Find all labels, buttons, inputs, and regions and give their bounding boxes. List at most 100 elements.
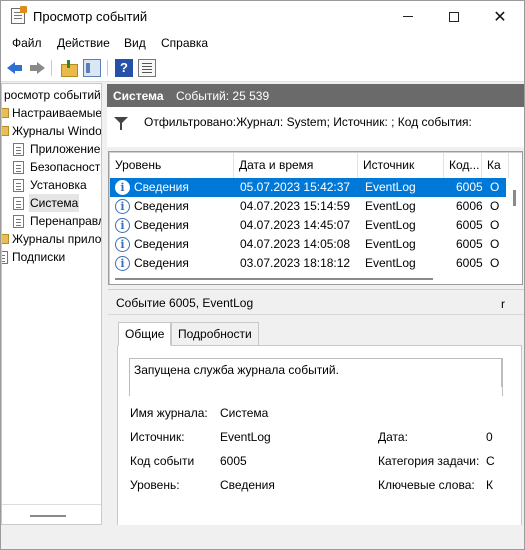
log-icon (13, 161, 24, 174)
tab-details[interactable]: Подробности (171, 322, 259, 346)
filter-description: Отфильтровано:Журнал: System; Источник: … (144, 115, 472, 129)
folder-icon (2, 234, 9, 244)
info-icon: i (115, 218, 130, 233)
event-details-title: Событие 6005, EventLog (116, 296, 254, 310)
info-icon: i (115, 256, 130, 271)
cell-code: 6006 (456, 199, 483, 213)
table-row[interactable]: i Сведения 03.07.2023 18:18:12 EventLog … (110, 254, 506, 273)
status-bar (1, 525, 524, 549)
close-button[interactable]: ✕ (477, 1, 523, 32)
tree-item-label: Система (29, 194, 80, 212)
tab-general[interactable]: Общие (118, 322, 172, 346)
log-icon (13, 197, 24, 210)
cell-datetime: 03.07.2023 18:18:12 (240, 256, 351, 270)
window-title: Просмотр событий (33, 9, 148, 24)
cell-datetime: 04.07.2023 15:14:59 (240, 199, 351, 213)
menu-action[interactable]: Действие (57, 36, 110, 50)
table-row[interactable]: i Сведения 04.07.2023 15:14:59 EventLog … (110, 197, 506, 216)
column-header-level[interactable]: Уровень (110, 153, 234, 178)
navigation-tree: росмотр событий Настраиваемые Журналы Wi… (1, 83, 102, 525)
scroll-thumb[interactable] (30, 515, 66, 517)
events-vertical-scrollbar[interactable] (509, 178, 521, 275)
keywords-label: Ключевые слова: (378, 478, 475, 492)
cell-datetime: 04.07.2023 14:45:07 (240, 218, 351, 232)
task-category-value: С (486, 454, 495, 468)
tree-item-label: Подписки (12, 250, 66, 264)
title-bar: Просмотр событий ✕ (1, 1, 524, 32)
forward-arrow-icon[interactable] (28, 59, 46, 77)
folder-icon (2, 108, 9, 118)
source-value: EventLog (220, 430, 271, 444)
column-header-category[interactable]: Ка (482, 153, 509, 178)
event-code-value: 6005 (220, 454, 247, 468)
general-tab-panel: Запущена служба журнала событий. Имя жур… (117, 345, 522, 526)
column-header-code[interactable]: Код... (444, 153, 482, 178)
help-icon[interactable]: ? (115, 59, 133, 77)
events-horizontal-scrollbar[interactable] (110, 273, 506, 284)
toolbar-separator (51, 60, 52, 76)
divider (108, 314, 524, 315)
properties-icon[interactable] (138, 59, 156, 77)
message-scrollbar[interactable] (501, 359, 502, 387)
column-header-source[interactable]: Источник (358, 153, 444, 178)
info-icon: i (115, 180, 130, 195)
toolbar-separator (107, 60, 108, 76)
source-label: Источник: (130, 430, 185, 444)
scroll-thumb[interactable] (115, 278, 433, 280)
cell-source: EventLog (365, 199, 416, 213)
event-viewer-window: Просмотр событий ✕ Файл Действие Вид Спр… (0, 0, 525, 550)
scroll-thumb[interactable] (513, 190, 516, 206)
menu-bar: Файл Действие Вид Справка (1, 32, 524, 54)
up-folder-icon[interactable] (60, 59, 78, 77)
cell-datetime: 05.07.2023 15:42:37 (240, 180, 351, 194)
menu-file[interactable]: Файл (12, 36, 42, 50)
event-message[interactable]: Запущена служба журнала событий. (129, 358, 503, 396)
cell-category: О (490, 180, 500, 194)
date-value: 0 (486, 430, 493, 444)
filter-bar: Отфильтровано:Журнал: System; Источник: … (107, 107, 524, 147)
cell-code: 6005 (456, 237, 483, 251)
info-icon: i (115, 237, 130, 252)
tree-item-label: Настраиваемые (12, 106, 102, 120)
table-row[interactable]: i Сведения 04.07.2023 14:45:07 EventLog … (110, 216, 506, 235)
details-close-icon[interactable]: r (501, 297, 505, 311)
date-label: Дата: (378, 430, 408, 444)
menu-help[interactable]: Справка (161, 36, 208, 50)
cell-category: О (490, 199, 500, 213)
event-count: Событий: 25 539 (176, 89, 270, 103)
level-label: Уровень: (130, 478, 180, 492)
tree-item-label: Журналы Windo (12, 124, 102, 138)
task-category-label: Категория задачи: (378, 454, 480, 468)
log-name-value: Система (220, 406, 269, 420)
back-arrow-icon[interactable] (6, 59, 24, 77)
table-row[interactable]: i Сведения 05.07.2023 15:42:37 EventLog … (110, 178, 506, 197)
table-row[interactable]: i Сведения 04.07.2023 14:05:08 EventLog … (110, 235, 506, 254)
tree-item-label: Журналы прило (12, 232, 102, 246)
cell-source: EventLog (365, 237, 416, 251)
level-value: Сведения (220, 478, 275, 492)
log-icon (13, 143, 24, 156)
log-icon (13, 215, 24, 228)
minimize-button[interactable] (385, 1, 431, 32)
tree-item-label: Приложение (30, 142, 101, 156)
cell-category: О (490, 218, 500, 232)
cell-level: Сведения (134, 218, 189, 232)
tree-item-label: росмотр событий (4, 88, 101, 102)
cell-level: Сведения (134, 180, 189, 194)
cell-code: 6005 (456, 256, 483, 270)
minimize-icon (403, 16, 413, 17)
close-icon: ✕ (493, 8, 507, 26)
filter-icon (114, 117, 128, 131)
events-table: Уровень Дата и время Источник Код... Ка … (108, 151, 523, 285)
menu-view[interactable]: Вид (124, 36, 146, 50)
show-hide-tree-icon[interactable] (83, 59, 101, 77)
cell-level: Сведения (134, 237, 189, 251)
cell-source: EventLog (365, 256, 416, 270)
maximize-button[interactable] (431, 1, 477, 32)
event-code-label: Код событи (130, 454, 195, 468)
tree-horizontal-scrollbar[interactable] (2, 504, 101, 522)
cell-datetime: 04.07.2023 14:05:08 (240, 237, 351, 251)
cell-code: 6005 (456, 218, 483, 232)
cell-source: EventLog (365, 218, 416, 232)
column-header-datetime[interactable]: Дата и время (234, 153, 358, 178)
